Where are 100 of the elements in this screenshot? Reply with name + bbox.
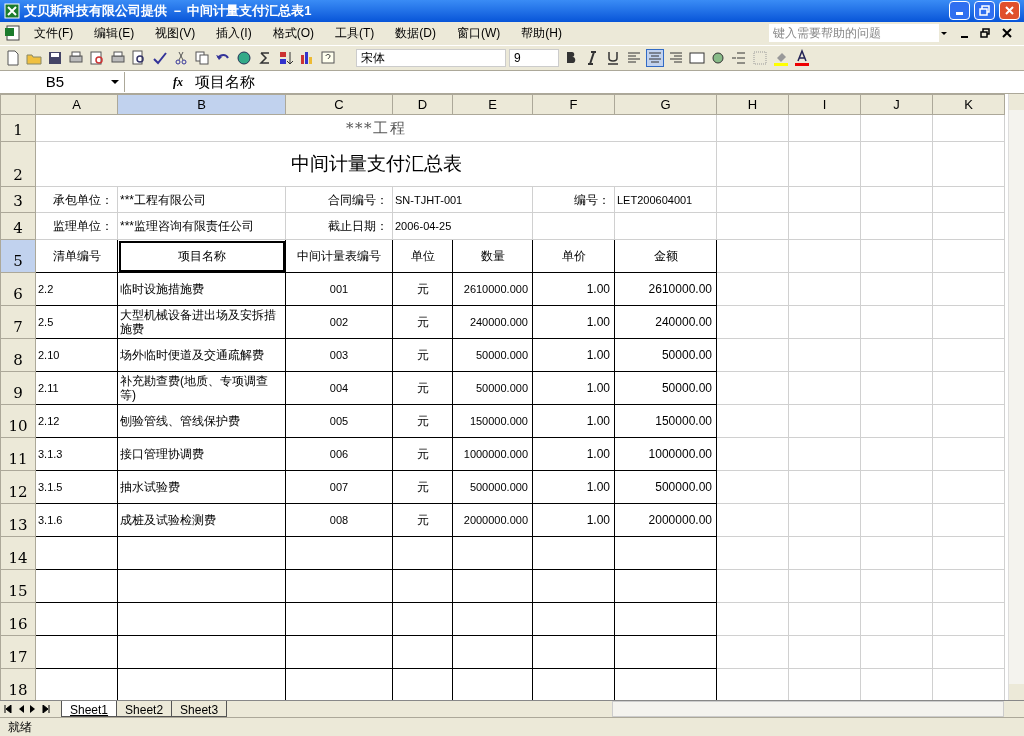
copy-icon[interactable] [193, 48, 211, 67]
vertical-scrollbar[interactable] [1008, 93, 1024, 700]
table-cell: 500000.000 [452, 470, 533, 504]
table-cell: 3.1.5 [35, 470, 118, 504]
menu-item[interactable]: 窗口(W) [453, 24, 505, 43]
column-header[interactable]: K [932, 94, 1005, 115]
table-cell: 2.5 [35, 305, 118, 339]
row-header[interactable]: 1 [0, 114, 36, 142]
column-header[interactable]: C [285, 94, 393, 115]
horizontal-scrollbar[interactable] [612, 701, 1004, 717]
table-cell: ***工程 [35, 114, 717, 142]
menu-item[interactable]: 工具(T) [331, 24, 379, 43]
table-cell: 50000.00 [614, 338, 717, 372]
close-button[interactable] [999, 1, 1020, 21]
table-cell: 006 [285, 437, 393, 471]
sheet-tab[interactable]: Sheet3 [171, 701, 228, 717]
table-cell: 008 [285, 503, 393, 537]
table-cell: 元 [392, 305, 453, 339]
name-box[interactable]: B5 [0, 71, 125, 92]
table-cell: 元 [392, 272, 453, 306]
table-cell: 大型机械设备进出场及安拆措施费 [117, 305, 286, 339]
table-cell: 数量 [452, 239, 533, 273]
table-cell: 清单编号 [35, 239, 118, 273]
table-cell: 2.12 [35, 404, 118, 438]
column-header[interactable]: F [532, 94, 615, 115]
row-header[interactable]: 13 [0, 503, 36, 537]
minimize-icon[interactable] [961, 36, 968, 39]
row-header[interactable]: 4 [0, 212, 36, 240]
font-color-icon[interactable] [793, 48, 811, 67]
column-header[interactable]: E [452, 94, 533, 115]
table-cell: 240000.000 [452, 305, 533, 339]
row-header[interactable]: 9 [0, 371, 36, 405]
table-cell: LET200604001 [614, 186, 717, 213]
table-cell: 临时设施措施费 [117, 272, 286, 306]
table-cell: 1.00 [532, 305, 615, 339]
row-header[interactable]: 17 [0, 635, 36, 669]
new-document-icon[interactable] [4, 48, 22, 67]
first-sheet-icon[interactable] [4, 705, 12, 713]
sheet-tab[interactable]: Sheet1 [61, 701, 118, 717]
row-header[interactable]: 8 [0, 338, 36, 372]
minimize-button[interactable] [949, 1, 970, 21]
column-header[interactable]: B [117, 94, 286, 115]
table-cell: 场外临时便道及交通疏解费 [117, 338, 286, 372]
help-icon[interactable] [319, 48, 337, 67]
row-header[interactable]: 11 [0, 437, 36, 471]
menu-item[interactable]: 格式(O) [268, 24, 318, 43]
table-cell: 1000000.00 [614, 437, 717, 471]
table-cell: 刨验管线、管线保护费 [117, 404, 286, 438]
table-cell: 元 [392, 338, 453, 372]
table-cell: 元 [392, 503, 453, 537]
menu-item[interactable]: 视图(V) [151, 24, 200, 43]
font-field[interactable]: 宋体 [356, 48, 506, 67]
menu-item[interactable]: 数据(D) [391, 24, 440, 43]
row-header[interactable]: 12 [0, 470, 36, 504]
row-header[interactable]: 16 [0, 602, 36, 636]
menu-item[interactable]: 帮助(H) [517, 24, 566, 43]
table-cell: 补充勘查费(地质、专项调查等) [117, 371, 286, 405]
table-cell: 2.2 [35, 272, 118, 306]
row-header[interactable]: 7 [0, 305, 36, 339]
table-cell: 元 [392, 404, 453, 438]
close-icon[interactable] [1002, 28, 1012, 39]
column-header[interactable]: A [35, 94, 118, 115]
row-header[interactable]: 3 [0, 186, 36, 213]
menu-item[interactable]: 文件(F) [30, 24, 78, 43]
table-cell: 150000.00 [614, 404, 717, 438]
previous-sheet-icon[interactable] [18, 705, 24, 713]
table-cell: 元 [392, 371, 453, 405]
row-header[interactable]: 14 [0, 536, 36, 570]
row-header[interactable]: 18 [0, 668, 36, 700]
table-cell: 1.00 [532, 503, 615, 537]
row-header[interactable]: 15 [0, 569, 36, 603]
menu-item[interactable]: 编辑(E) [90, 24, 139, 43]
table-cell: 007 [285, 470, 393, 504]
restore-icon[interactable] [980, 28, 990, 39]
workbook-icon[interactable] [4, 24, 22, 43]
table-cell: 1.00 [532, 470, 615, 504]
column-header[interactable]: I [788, 94, 861, 115]
row-header[interactable]: 2 [0, 141, 36, 187]
row-header[interactable]: 6 [0, 272, 36, 306]
last-sheet-icon[interactable] [42, 705, 50, 713]
font-size-field[interactable]: 9 [509, 48, 559, 67]
print-preview-icon[interactable] [88, 48, 106, 67]
table-cell: ***监理咨询有限责任公司 [117, 212, 286, 240]
row-header[interactable]: 10 [0, 404, 36, 438]
column-header[interactable]: D [392, 94, 453, 115]
menu-item[interactable]: 插入(I) [212, 24, 256, 43]
insert-function-button[interactable]: fx [173, 72, 183, 91]
table-cell: 金额 [614, 239, 717, 273]
align-center-icon[interactable] [646, 48, 664, 67]
table-cell: 2.11 [35, 371, 118, 405]
column-header[interactable]: G [614, 94, 717, 115]
table-cell: 2.10 [35, 338, 118, 372]
row-header[interactable]: 5 [0, 239, 36, 273]
formula-field[interactable]: 项目名称 [195, 70, 255, 94]
column-header[interactable]: H [716, 94, 789, 115]
table-cell: 编号： [532, 186, 615, 213]
restore-button[interactable] [974, 1, 995, 21]
help-search-field[interactable]: 键入需要帮助的问题 [769, 24, 939, 43]
next-sheet-icon[interactable] [30, 705, 36, 713]
column-header[interactable]: J [860, 94, 933, 115]
